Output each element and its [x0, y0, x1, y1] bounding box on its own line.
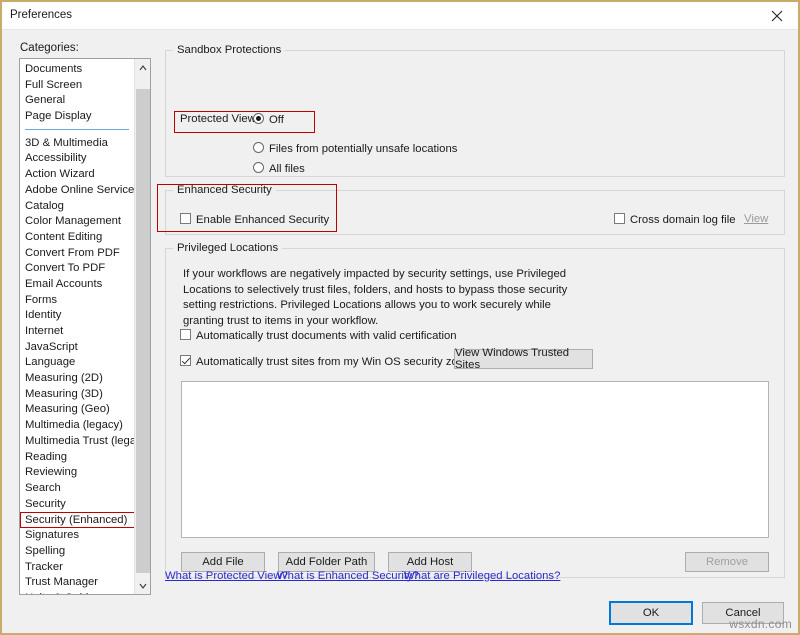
sandbox-protections-title: Sandbox Protections — [173, 44, 286, 56]
sidebar-item-measuring-geo[interactable]: Measuring (Geo) — [20, 402, 135, 418]
checkbox-auto-trust-sites[interactable]: Automatically trust sites from my Win OS… — [180, 355, 476, 368]
radio-protected-view-off[interactable]: Off — [253, 113, 284, 126]
sidebar-item-3d-multimedia[interactable]: 3D & Multimedia — [20, 136, 135, 152]
privileged-locations-description: If your workflows are negatively impacte… — [183, 268, 568, 327]
categories-list[interactable]: Documents Full Screen General Page Display 3… — [19, 58, 151, 595]
enhanced-security-group: Enhanced Security Enable Enhanced Securi… — [165, 184, 785, 235]
close-icon — [771, 10, 783, 22]
sidebar-item-search[interactable]: Search — [20, 481, 135, 497]
sidebar-item-email-accounts[interactable]: Email Accounts — [20, 277, 135, 293]
sidebar-item-identity[interactable]: Identity — [20, 308, 135, 324]
dialog-body: Categories: Documents Full Screen General P… — [2, 30, 798, 633]
sidebar-separator — [20, 125, 135, 136]
checkbox-enable-enhanced-security[interactable]: Enable Enhanced Security — [180, 213, 329, 226]
privileged-locations-group: Privileged Locations If your workflows a… — [165, 242, 785, 578]
enable-enhanced-security-label: Enable Enhanced Security — [196, 214, 330, 226]
add-file-button[interactable]: Add File — [181, 552, 265, 572]
sidebar-item-content-editing[interactable]: Content Editing — [20, 230, 135, 246]
chevron-up-icon — [139, 64, 147, 70]
auto-trust-documents-checkbox-icon — [180, 329, 191, 340]
sidebar-item-general[interactable]: General — [20, 93, 135, 109]
privileged-locations-listbox[interactable] — [181, 381, 769, 538]
remove-button: Remove — [685, 552, 769, 572]
link-what-is-enhanced-security[interactable]: What is Enhanced Security? — [277, 570, 419, 582]
title-bar: Preferences — [2, 2, 798, 30]
privileged-locations-title: Privileged Locations — [173, 242, 283, 254]
auto-trust-sites-label: Automatically trust sites from my Win OS… — [196, 356, 476, 368]
enhanced-security-title: Enhanced Security — [173, 184, 276, 196]
categories-scrollbar[interactable] — [134, 59, 150, 594]
sidebar-item-convert-from-pdf[interactable]: Convert From PDF — [20, 246, 135, 262]
sidebar-item-multimedia-trust-legacy[interactable]: Multimedia Trust (legacy) — [20, 434, 150, 450]
sidebar-item-color-management[interactable]: Color Management — [20, 214, 135, 230]
sidebar-item-measuring-2d[interactable]: Measuring (2D) — [20, 371, 135, 387]
categories-items: Documents Full Screen General Page Display 3… — [20, 59, 150, 594]
radio-off-label: Off — [269, 114, 284, 126]
view-log-link[interactable]: View — [744, 213, 768, 225]
close-button[interactable] — [760, 2, 794, 29]
sidebar-item-reviewing[interactable]: Reviewing — [20, 465, 135, 481]
sidebar-item-catalog[interactable]: Catalog — [20, 199, 135, 215]
chevron-down-icon — [139, 583, 147, 589]
radio-unsafe-locations-icon — [253, 142, 264, 153]
cross-domain-log-file-label: Cross domain log file — [630, 214, 736, 226]
auto-trust-documents-label: Automatically trust documents with valid… — [196, 330, 457, 342]
link-what-are-privileged-locations[interactable]: What are Privileged Locations? — [404, 570, 560, 582]
radio-all-files[interactable]: All files — [253, 162, 305, 175]
link-what-is-protected-view[interactable]: What is Protected View? — [165, 570, 288, 582]
protected-view-label-row: Protected View — [180, 113, 256, 125]
sidebar-item-internet[interactable]: Internet — [20, 324, 135, 340]
sidebar-item-reading[interactable]: Reading — [20, 450, 135, 466]
sidebar-item-spelling[interactable]: Spelling — [20, 544, 135, 560]
sidebar-item-action-wizard[interactable]: Action Wizard — [20, 167, 135, 183]
checkbox-cross-domain-log-file[interactable]: Cross domain log file — [614, 213, 735, 226]
sidebar-item-units-guides[interactable]: Units & Guides — [20, 591, 135, 594]
watermark: wsxdn.com — [729, 617, 792, 631]
radio-all-files-label: All files — [269, 163, 305, 175]
sidebar-item-language[interactable]: Language — [20, 355, 135, 371]
sidebar-item-security[interactable]: Security — [20, 497, 135, 513]
sidebar-item-security-enhanced[interactable]: Security (Enhanced) — [20, 512, 135, 529]
sidebar-item-accessibility[interactable]: Accessibility — [20, 151, 135, 167]
view-windows-trusted-sites-button[interactable]: View Windows Trusted Sites — [454, 347, 593, 371]
sandbox-protections-group: Sandbox Protections Protected View Off F… — [165, 44, 785, 177]
sidebar-item-javascript[interactable]: JavaScript — [20, 340, 135, 356]
protected-view-label: Protected View — [180, 113, 256, 125]
sidebar-item-trust-manager[interactable]: Trust Manager — [20, 575, 135, 591]
ok-button[interactable]: OK — [609, 601, 693, 625]
window-title: Preferences — [10, 9, 73, 21]
sidebar-item-page-display[interactable]: Page Display — [20, 109, 135, 125]
radio-unsafe-locations-label: Files from potentially unsafe locations — [269, 143, 458, 155]
categories-label: Categories: — [20, 42, 79, 54]
sidebar-item-measuring-3d[interactable]: Measuring (3D) — [20, 387, 135, 403]
radio-unsafe-locations[interactable]: Files from potentially unsafe locations — [253, 142, 457, 155]
sidebar-item-convert-to-pdf[interactable]: Convert To PDF — [20, 261, 135, 277]
add-host-button[interactable]: Add Host — [388, 552, 472, 572]
add-folder-path-button[interactable]: Add Folder Path — [278, 552, 375, 572]
scroll-down-button[interactable] — [135, 577, 150, 594]
sidebar-item-multimedia-legacy[interactable]: Multimedia (legacy) — [20, 418, 135, 434]
radio-all-files-icon — [253, 162, 264, 173]
sidebar-item-full-screen[interactable]: Full Screen — [20, 78, 135, 94]
scrollbar-thumb[interactable] — [136, 89, 150, 573]
sidebar-item-tracker[interactable]: Tracker — [20, 560, 135, 576]
enable-enhanced-security-checkbox-icon — [180, 213, 191, 224]
sidebar-item-documents[interactable]: Documents — [20, 62, 135, 78]
radio-off-icon — [253, 113, 264, 124]
auto-trust-sites-checkbox-icon — [180, 355, 191, 366]
preferences-dialog: Preferences Categories: Documents Full Sc… — [0, 0, 800, 635]
sidebar-item-signatures[interactable]: Signatures — [20, 528, 135, 544]
cross-domain-log-file-checkbox-icon — [614, 213, 625, 224]
checkbox-auto-trust-documents[interactable]: Automatically trust documents with valid… — [180, 329, 457, 342]
sidebar-item-forms[interactable]: Forms — [20, 293, 135, 309]
sidebar-item-adobe-online-services[interactable]: Adobe Online Services — [20, 183, 140, 199]
scroll-up-button[interactable] — [135, 59, 150, 76]
